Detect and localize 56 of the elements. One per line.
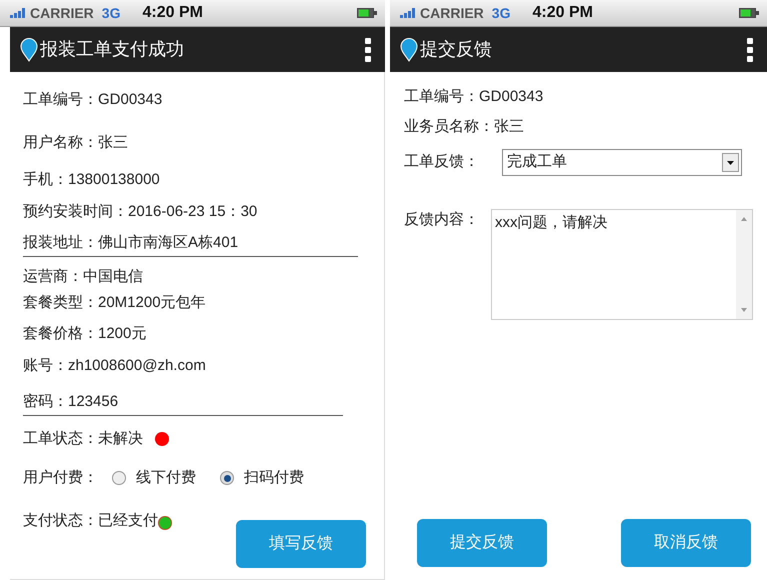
field-value: 123456 [68, 392, 118, 412]
action-button[interactable]: 取消反馈 [621, 519, 751, 567]
field-label: 运营商： [23, 266, 83, 287]
text-area-field[interactable]: xxx问题，请解决 [491, 209, 753, 320]
network-type: 3G [492, 4, 510, 22]
field-label: 工单状态： [23, 428, 98, 449]
field-label: 支付状态： [23, 511, 98, 531]
field-label: 套餐价格： [23, 324, 98, 344]
screen-title: 报装工单支付成功 [40, 38, 184, 61]
field-value: 张三 [494, 116, 524, 137]
field-value: 佛山市南海区A栋401 [98, 233, 238, 254]
screen-title: 提交反馈 [420, 38, 492, 61]
field-label: 工单反馈： [404, 152, 480, 172]
field-value: 张三 [98, 132, 128, 153]
action-button[interactable]: 填写反馈 [236, 520, 366, 568]
radio-label: 线下付费 [136, 468, 196, 488]
field-label: 用户名称： [23, 132, 98, 153]
field-value: 13800138000 [68, 170, 160, 190]
battery-icon [357, 8, 377, 18]
carrier-name: CARRIER [30, 4, 94, 22]
field-label: 密码： [23, 392, 68, 412]
menu-icon [747, 38, 753, 62]
field-label: 反馈内容： [404, 210, 480, 230]
field-value: 1200元 [98, 324, 146, 344]
field-value: 中国电信 [83, 266, 143, 287]
signal-icon [10, 8, 28, 18]
field-label: 业务员名称： [404, 116, 494, 137]
field-label: 报装地址： [23, 233, 98, 254]
field-label: 账号： [23, 356, 68, 376]
action-button[interactable]: 提交反馈 [417, 519, 547, 567]
radio-label: 扫码付费 [244, 468, 304, 488]
field-value: GD00343 [479, 86, 544, 107]
field-label: 手机： [23, 170, 68, 190]
carrier-name: CARRIER [420, 4, 484, 22]
field-value: zh1008600@zh.com [68, 356, 206, 376]
clock-time: 4:20 PM [532, 3, 593, 23]
battery-icon [739, 8, 759, 18]
field-label: 工单编号： [404, 86, 479, 107]
field-value: 已经支付 [98, 511, 158, 531]
signal-icon [400, 8, 418, 18]
field-value: 20M1200元包年 [98, 292, 206, 313]
map-pin-icon [400, 38, 418, 62]
radio-button[interactable] [220, 471, 234, 485]
field-value: GD00343 [98, 90, 162, 110]
map-pin-icon [20, 38, 38, 62]
field-label: 工单编号： [23, 90, 98, 110]
clock-time: 4:20 PM [142, 3, 203, 23]
field-value: 未解决 [98, 428, 143, 449]
network-type: 3G [102, 4, 120, 22]
field-label: 套餐类型： [23, 292, 98, 313]
radio-button[interactable] [112, 471, 126, 485]
field-label: 用户付费： [23, 468, 98, 488]
menu-icon [365, 38, 371, 62]
dropdown-field[interactable]: 完成工单 [502, 148, 742, 176]
field-label: 预约安装时间： [23, 202, 128, 222]
field-value: 2016-06-23 15：30 [128, 202, 258, 222]
